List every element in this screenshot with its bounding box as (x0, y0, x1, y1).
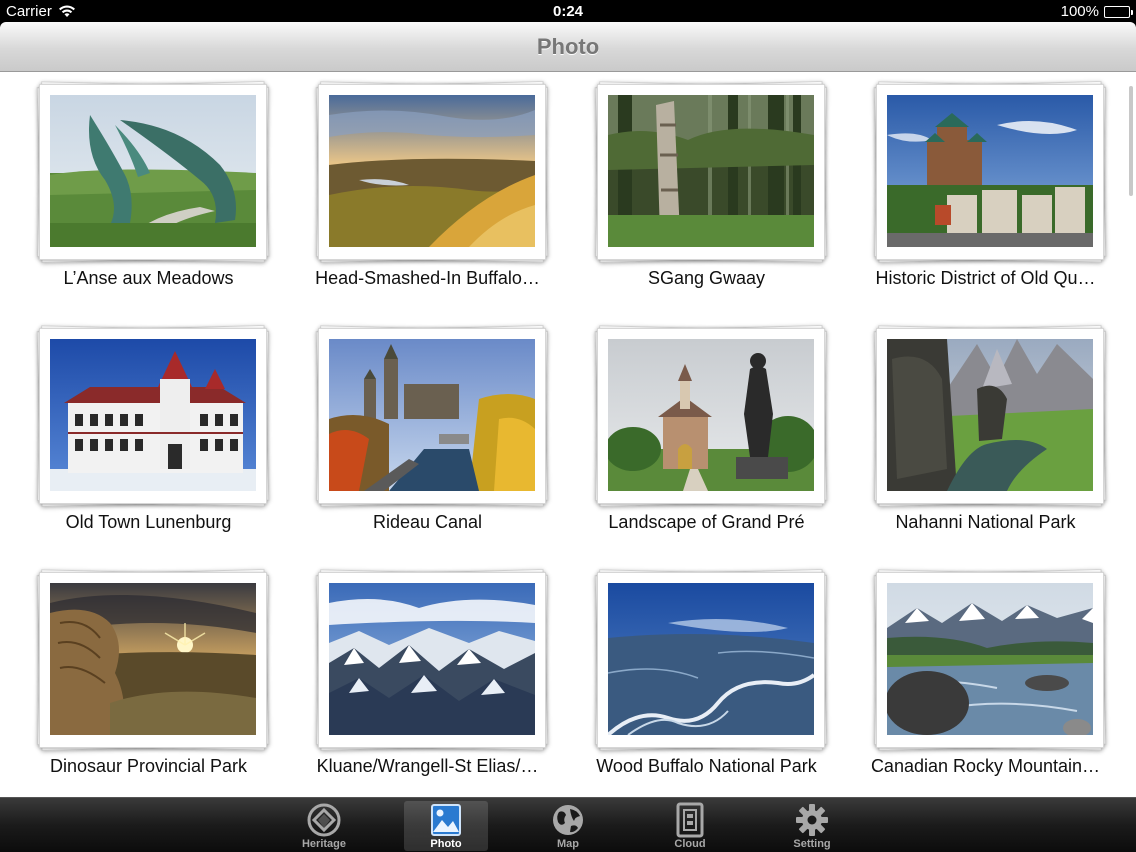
photo-image (329, 583, 535, 735)
photo-caption: Dinosaur Provincial Park (49, 756, 248, 776)
photo-thumbnail[interactable] (608, 95, 814, 247)
photo-stack[interactable] (315, 324, 549, 508)
photo-thumbnail[interactable] (887, 95, 1093, 247)
tab-setting[interactable]: Setting (770, 801, 854, 851)
photo-stack[interactable] (315, 80, 549, 264)
battery-group: 100% (1060, 3, 1133, 20)
photo-tile[interactable]: Canadian Rocky Mountain… (846, 568, 1125, 797)
photo-thumbnail[interactable] (887, 339, 1093, 491)
tab-label: Setting (793, 838, 831, 850)
tab-label: Photo (430, 838, 462, 850)
photo-image (50, 339, 256, 491)
photo-caption: Historic District of Old Qu… (875, 268, 1096, 288)
photo-thumbnail[interactable] (50, 583, 256, 735)
photo-image (887, 583, 1093, 735)
photo-thumbnail[interactable] (50, 339, 256, 491)
photo-stack[interactable] (315, 568, 549, 752)
photo-grid: L’Anse aux Meadows Head-Smashed-In Buffa… (0, 72, 1128, 797)
photo-tile[interactable]: Nahanni National Park (846, 324, 1125, 572)
photo-image (329, 339, 535, 491)
photo-image (887, 95, 1093, 247)
scroll-indicator (1129, 86, 1133, 196)
photo-thumbnail[interactable] (329, 339, 535, 491)
globe-icon (526, 802, 610, 838)
photo-stack[interactable] (873, 324, 1107, 508)
tab-cloud[interactable]: Cloud (648, 801, 732, 851)
tab-label: Heritage (301, 838, 347, 850)
navigation-bar: Photo (0, 22, 1136, 72)
photo-caption: L’Anse aux Meadows (63, 268, 234, 288)
photo-thumbnail[interactable] (50, 95, 256, 247)
photo-tile[interactable]: Head-Smashed-In Buffalo… (288, 80, 567, 328)
photo-tile[interactable]: Wood Buffalo National Park (567, 568, 846, 797)
photo-tile[interactable]: L’Anse aux Meadows (9, 80, 288, 328)
photo-caption: Head-Smashed-In Buffalo… (315, 268, 540, 288)
photo-thumbnail[interactable] (887, 583, 1093, 735)
photo-caption: SGang Gwaay (647, 268, 766, 288)
tab-map[interactable]: Map (526, 801, 610, 851)
photo-thumbnail[interactable] (329, 95, 535, 247)
page-title: Photo (536, 34, 600, 59)
photo-thumbnail[interactable] (608, 339, 814, 491)
photo-tile[interactable]: Old Town Lunenburg (9, 324, 288, 572)
photo-stack[interactable] (873, 568, 1107, 752)
photo-stack[interactable] (594, 324, 828, 508)
photo-caption: Canadian Rocky Mountain… (870, 756, 1101, 776)
photo-stack[interactable] (873, 80, 1107, 264)
photo-thumbnail[interactable] (608, 583, 814, 735)
photo-tile[interactable]: Dinosaur Provincial Park (9, 568, 288, 797)
photo-stack[interactable] (36, 80, 270, 264)
photo-image (887, 339, 1093, 491)
photo-grid-scroll[interactable]: L’Anse aux Meadows Head-Smashed-In Buffa… (0, 72, 1136, 797)
photo-stack[interactable] (594, 568, 828, 752)
photo-thumbnail[interactable] (329, 583, 535, 735)
tab-label: Cloud (674, 838, 706, 850)
photo-tile[interactable]: Historic District of Old Qu… (846, 80, 1125, 328)
clock: 0:24 (552, 3, 584, 20)
photo-tile[interactable]: Rideau Canal (288, 324, 567, 572)
gear-icon (770, 802, 854, 838)
photo-caption: Old Town Lunenburg (65, 512, 232, 532)
cloud-icon (648, 802, 732, 838)
photo-stack[interactable] (36, 324, 270, 508)
photo-image (329, 95, 535, 247)
heritage-icon (282, 802, 366, 838)
photo-image (608, 583, 814, 735)
photo-caption: Rideau Canal (372, 512, 483, 532)
photo-caption: Landscape of Grand Pré (608, 512, 805, 532)
status-bar: Carrier 0:24 100% (0, 0, 1136, 22)
photo-icon (404, 802, 488, 838)
tab-label: Map (557, 838, 579, 850)
tab-heritage[interactable]: Heritage (282, 801, 366, 851)
photo-caption: Wood Buffalo National Park (596, 756, 817, 776)
photo-tile[interactable]: SGang Gwaay (567, 80, 846, 328)
battery-percent: 100% (1060, 3, 1099, 20)
tab-photo[interactable]: Photo (404, 801, 488, 851)
photo-stack[interactable] (36, 568, 270, 752)
photo-caption: Nahanni National Park (895, 512, 1076, 532)
photo-stack[interactable] (594, 80, 828, 264)
tab-bar: Heritage Photo Map Cloud Setting (0, 797, 1136, 852)
photo-image (608, 339, 814, 491)
photo-image (50, 95, 256, 247)
photo-caption: Kluane/Wrangell-St Elias/… (316, 756, 539, 776)
photo-tile[interactable]: Landscape of Grand Pré (567, 324, 846, 572)
photo-image (608, 95, 814, 247)
photo-tile[interactable]: Kluane/Wrangell-St Elias/… (288, 568, 567, 797)
photo-image (50, 583, 256, 735)
battery-icon (1104, 5, 1133, 18)
